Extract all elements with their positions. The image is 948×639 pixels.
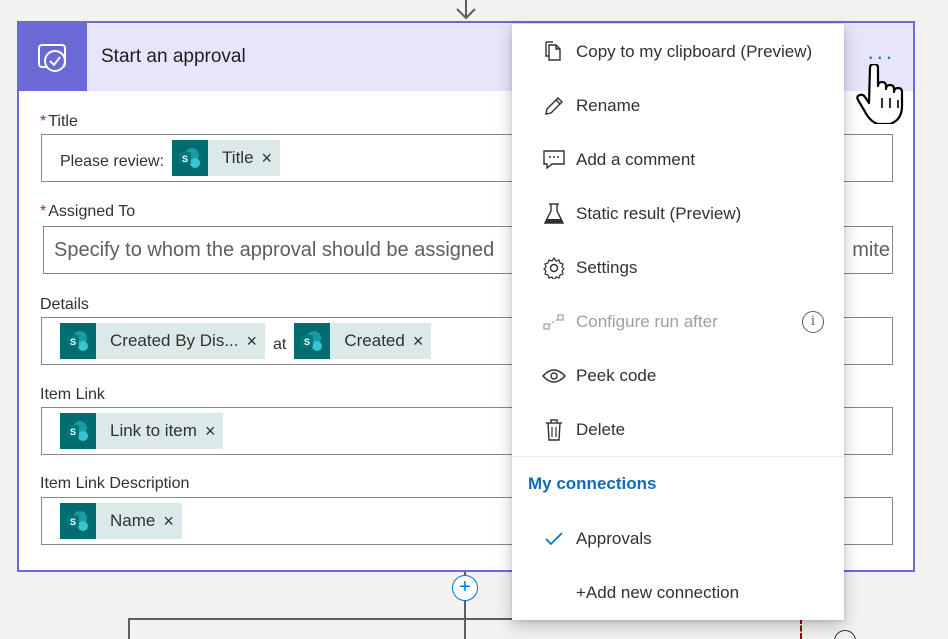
svg-text:S: S	[304, 337, 310, 347]
svg-text:S: S	[182, 154, 188, 164]
approval-icon	[19, 23, 87, 91]
svg-text:S: S	[70, 427, 76, 437]
menu-item-static-result[interactable]: Static result (Preview)	[512, 187, 844, 241]
menu-item-copy-clipboard[interactable]: Copy to my clipboard (Preview)	[512, 25, 844, 79]
connection-label: Approvals	[576, 529, 652, 548]
eye-icon	[540, 368, 568, 384]
menu-item-rename[interactable]: Rename	[512, 79, 844, 133]
checkmark-icon	[540, 531, 568, 547]
svg-text:S: S	[70, 337, 76, 347]
sharepoint-icon: S	[60, 413, 96, 449]
token-label: Created	[344, 331, 405, 350]
connector-arrow-icon	[456, 0, 476, 20]
trash-icon	[540, 419, 568, 441]
dynamic-token-link-to-item[interactable]: S Link to item ×	[60, 413, 224, 449]
menu-divider	[512, 456, 844, 457]
run-after-icon	[540, 314, 568, 330]
assigned-to-label: * Assigned To	[40, 203, 135, 221]
dashed-connector	[800, 618, 802, 639]
token-remove-button[interactable]: ×	[205, 421, 224, 442]
dynamic-token-created-by[interactable]: S Created By Dis... ×	[60, 323, 266, 359]
required-marker: *	[40, 203, 47, 220]
required-marker: *	[40, 113, 47, 130]
token-label: Created By Dis...	[110, 331, 239, 350]
menu-item-label: Add a comment	[576, 150, 696, 169]
sharepoint-icon: S	[60, 323, 96, 359]
details-label: Details	[40, 296, 89, 313]
item-link-description-label: Item Link Description	[40, 475, 190, 492]
menu-item-label: Configure run after	[576, 312, 718, 331]
add-new-connection-link[interactable]: +Add new connection	[512, 566, 844, 620]
sharepoint-icon: S	[60, 503, 96, 539]
menu-item-add-comment[interactable]: Add a comment	[512, 133, 844, 187]
token-remove-button[interactable]: ×	[247, 331, 266, 352]
hand-cursor-icon	[856, 64, 904, 124]
menu-item-label: Copy to my clipboard (Preview)	[576, 42, 813, 61]
menu-item-delete[interactable]: Delete	[512, 403, 844, 457]
token-label: Link to item	[110, 421, 197, 440]
menu-item-peek-code[interactable]: Peek code	[512, 349, 844, 403]
token-remove-button[interactable]: ×	[262, 148, 281, 169]
assigned-to-placeholder: Specify to whom the approval should be a…	[54, 238, 495, 261]
sharepoint-icon: S	[172, 140, 209, 176]
dynamic-token-name[interactable]: S Name ×	[60, 503, 182, 539]
more-options-button[interactable]: ...	[868, 41, 895, 63]
connection-approvals[interactable]: Approvals	[512, 512, 844, 566]
item-link-label: Item Link	[40, 386, 105, 403]
flask-icon	[540, 203, 568, 225]
dynamic-token-created[interactable]: S Created ×	[294, 323, 432, 359]
next-action-outline	[128, 618, 808, 639]
title-label-text: Title	[48, 113, 78, 130]
card-title: Start an approval	[101, 46, 246, 67]
action-context-menu: Copy to my clipboard (Preview) Rename Ad…	[512, 24, 844, 620]
pencil-icon	[540, 95, 568, 117]
menu-item-label: Settings	[576, 258, 638, 277]
info-icon[interactable]: i	[802, 311, 824, 333]
my-connections-heading: My connections	[528, 474, 657, 493]
copy-icon	[540, 41, 568, 63]
menu-item-settings[interactable]: Settings	[512, 241, 844, 295]
token-remove-button[interactable]: ×	[163, 511, 182, 532]
menu-item-configure-run-after[interactable]: Configure run after i	[512, 295, 844, 349]
token-label: Title	[222, 148, 254, 167]
details-joiner-text: at	[273, 336, 287, 353]
menu-item-label: Rename	[576, 96, 641, 115]
svg-text:S: S	[70, 517, 76, 527]
comment-icon	[540, 150, 568, 170]
menu-item-label: Delete	[576, 420, 626, 439]
add-step-button[interactable]: +	[452, 575, 478, 601]
menu-item-label: Static result (Preview)	[576, 204, 742, 223]
token-label: Name	[110, 511, 156, 530]
status-circle-icon	[834, 630, 856, 639]
add-connection-label: +Add new connection	[576, 583, 740, 602]
token-remove-button[interactable]: ×	[413, 331, 432, 352]
gear-icon	[540, 257, 568, 279]
title-label: * Title	[40, 113, 78, 131]
title-prefix-text: Please review:	[60, 153, 165, 170]
sharepoint-icon: S	[294, 323, 331, 359]
assigned-to-label-text: Assigned To	[48, 203, 136, 220]
dynamic-token-title[interactable]: S Title ×	[172, 140, 281, 176]
assigned-to-overflow-text: mite	[852, 238, 890, 261]
menu-item-label: Peek code	[576, 366, 657, 385]
